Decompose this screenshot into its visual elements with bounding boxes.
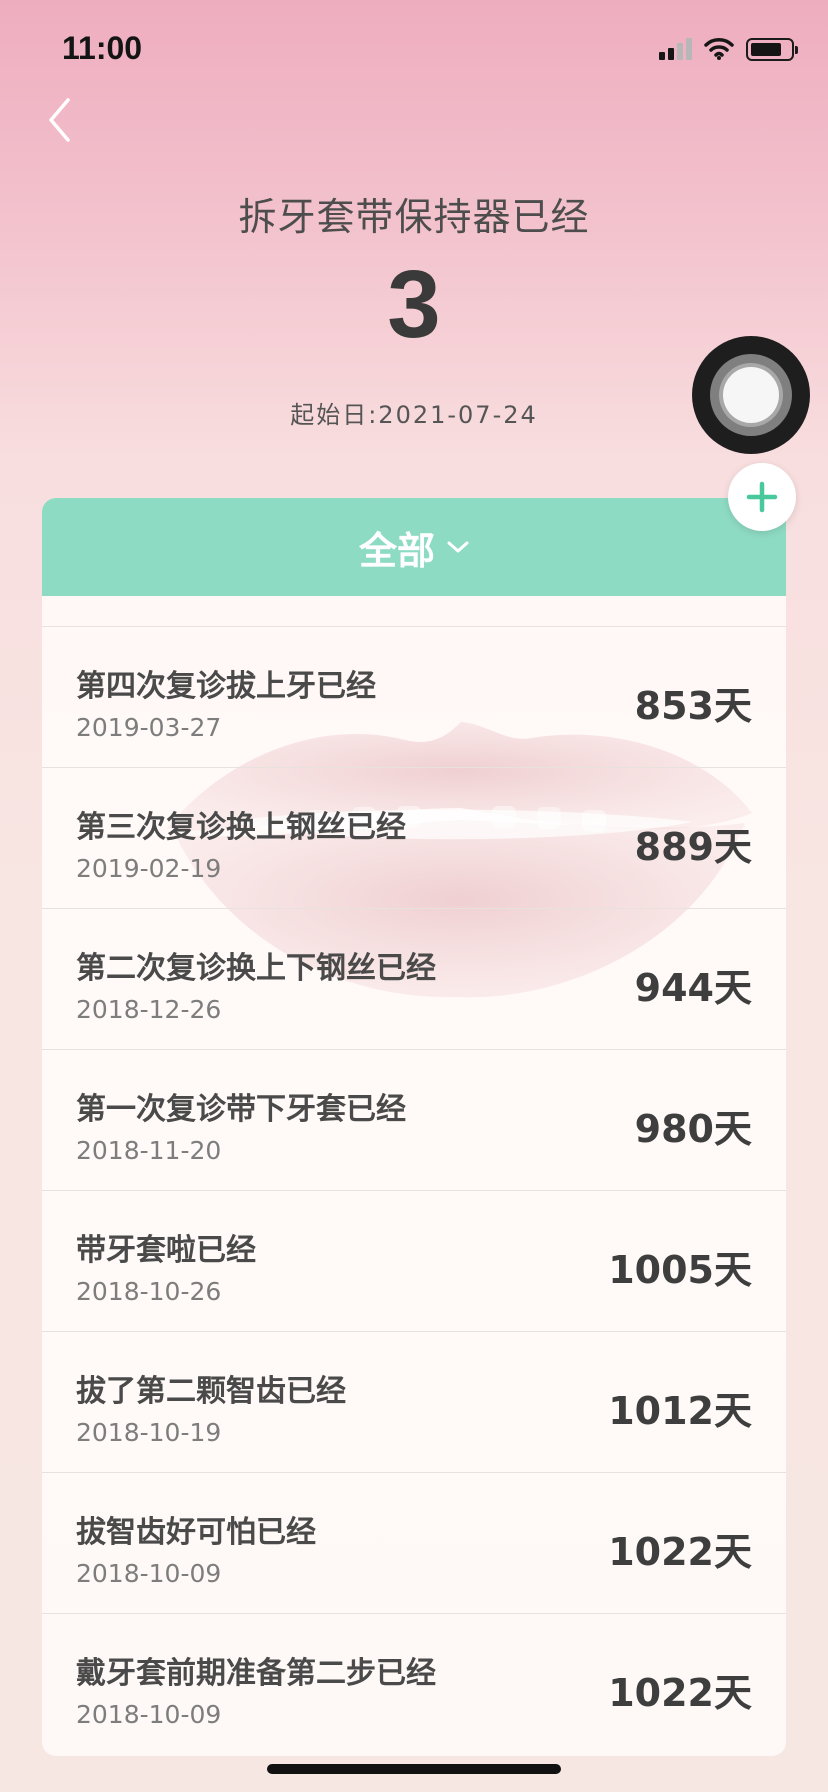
chevron-left-icon xyxy=(49,98,70,142)
record-row[interactable]: 第三次复诊换上钢丝已经 2019-02-19 889天 xyxy=(42,768,786,909)
assistive-touch-core xyxy=(723,367,779,423)
plus-icon xyxy=(746,481,778,513)
record-days: 1012天 xyxy=(608,1389,752,1433)
record-days: 1005天 xyxy=(608,1248,752,1292)
record-date: 2018-11-20 xyxy=(76,1136,222,1165)
record-date: 2018-10-09 xyxy=(76,1559,222,1588)
add-record-button[interactable] xyxy=(728,463,796,531)
record-title: 戴牙套前期准备第二步已经 xyxy=(76,1656,436,1691)
list-top-gap xyxy=(42,596,786,627)
status-icons xyxy=(659,34,798,64)
record-date: 2018-10-26 xyxy=(76,1277,222,1306)
record-row[interactable]: 第一次复诊带下牙套已经 2018-11-20 980天 xyxy=(42,1050,786,1191)
cellular-signal-icon xyxy=(659,38,692,60)
day-count: 3 xyxy=(387,251,441,358)
battery-fill xyxy=(751,42,781,56)
record-title: 拔智齿好可怕已经 xyxy=(76,1515,316,1550)
record-title: 带牙套啦已经 xyxy=(76,1233,256,1268)
record-title: 第四次复诊拔上牙已经 xyxy=(76,669,376,704)
record-date: 2018-10-19 xyxy=(76,1418,222,1447)
record-row[interactable]: 第二次复诊换上下钢丝已经 2018-12-26 944天 xyxy=(42,909,786,1050)
record-title: 第三次复诊换上钢丝已经 xyxy=(76,810,406,845)
record-days: 980天 xyxy=(634,1107,752,1151)
app-screen: 11:00 拆牙套带保持器已经 3 起始日:2021-07-24 全部 第四次复… xyxy=(0,0,828,1792)
filter-label: 全部 xyxy=(358,528,435,573)
record-days: 853天 xyxy=(634,684,752,728)
filter-dropdown[interactable]: 全部 xyxy=(42,498,786,596)
record-date: 2018-10-09 xyxy=(76,1700,222,1729)
assistive-touch-button[interactable] xyxy=(692,336,810,454)
back-button[interactable] xyxy=(34,92,86,148)
chevron-down-icon xyxy=(447,541,469,553)
record-date: 2018-12-26 xyxy=(76,995,222,1024)
home-indicator[interactable] xyxy=(267,1764,561,1774)
record-days: 1022天 xyxy=(608,1671,752,1715)
record-date: 2019-03-27 xyxy=(76,713,222,742)
record-days: 944天 xyxy=(634,966,752,1010)
wifi-icon xyxy=(704,38,734,60)
record-days: 1022天 xyxy=(608,1530,752,1574)
record-title: 第一次复诊带下牙套已经 xyxy=(76,1092,406,1127)
record-date: 2019-02-19 xyxy=(76,854,222,883)
record-row[interactable]: 戴牙套前期准备第二步已经 2018-10-09 1022天 xyxy=(42,1614,786,1754)
page-title: 拆牙套带保持器已经 xyxy=(238,195,590,239)
record-row[interactable]: 第四次复诊拔上牙已经 2019-03-27 853天 xyxy=(42,627,786,768)
record-row[interactable]: 拔了第二颗智齿已经 2018-10-19 1012天 xyxy=(42,1332,786,1473)
battery-icon xyxy=(746,37,798,61)
records-card: 全部 第四次复诊拔上牙已经 2019-03-27 853天 第三次复诊换上钢丝已… xyxy=(42,498,786,1756)
record-title: 第二次复诊换上下钢丝已经 xyxy=(76,951,436,986)
record-row[interactable]: 拔智齿好可怕已经 2018-10-09 1022天 xyxy=(42,1473,786,1614)
record-days: 889天 xyxy=(634,825,752,869)
record-row[interactable]: 带牙套啦已经 2018-10-26 1005天 xyxy=(42,1191,786,1332)
status-time: 11:00 xyxy=(62,30,143,66)
assistive-touch-ring xyxy=(710,354,792,436)
record-title: 拔了第二颗智齿已经 xyxy=(76,1374,346,1409)
